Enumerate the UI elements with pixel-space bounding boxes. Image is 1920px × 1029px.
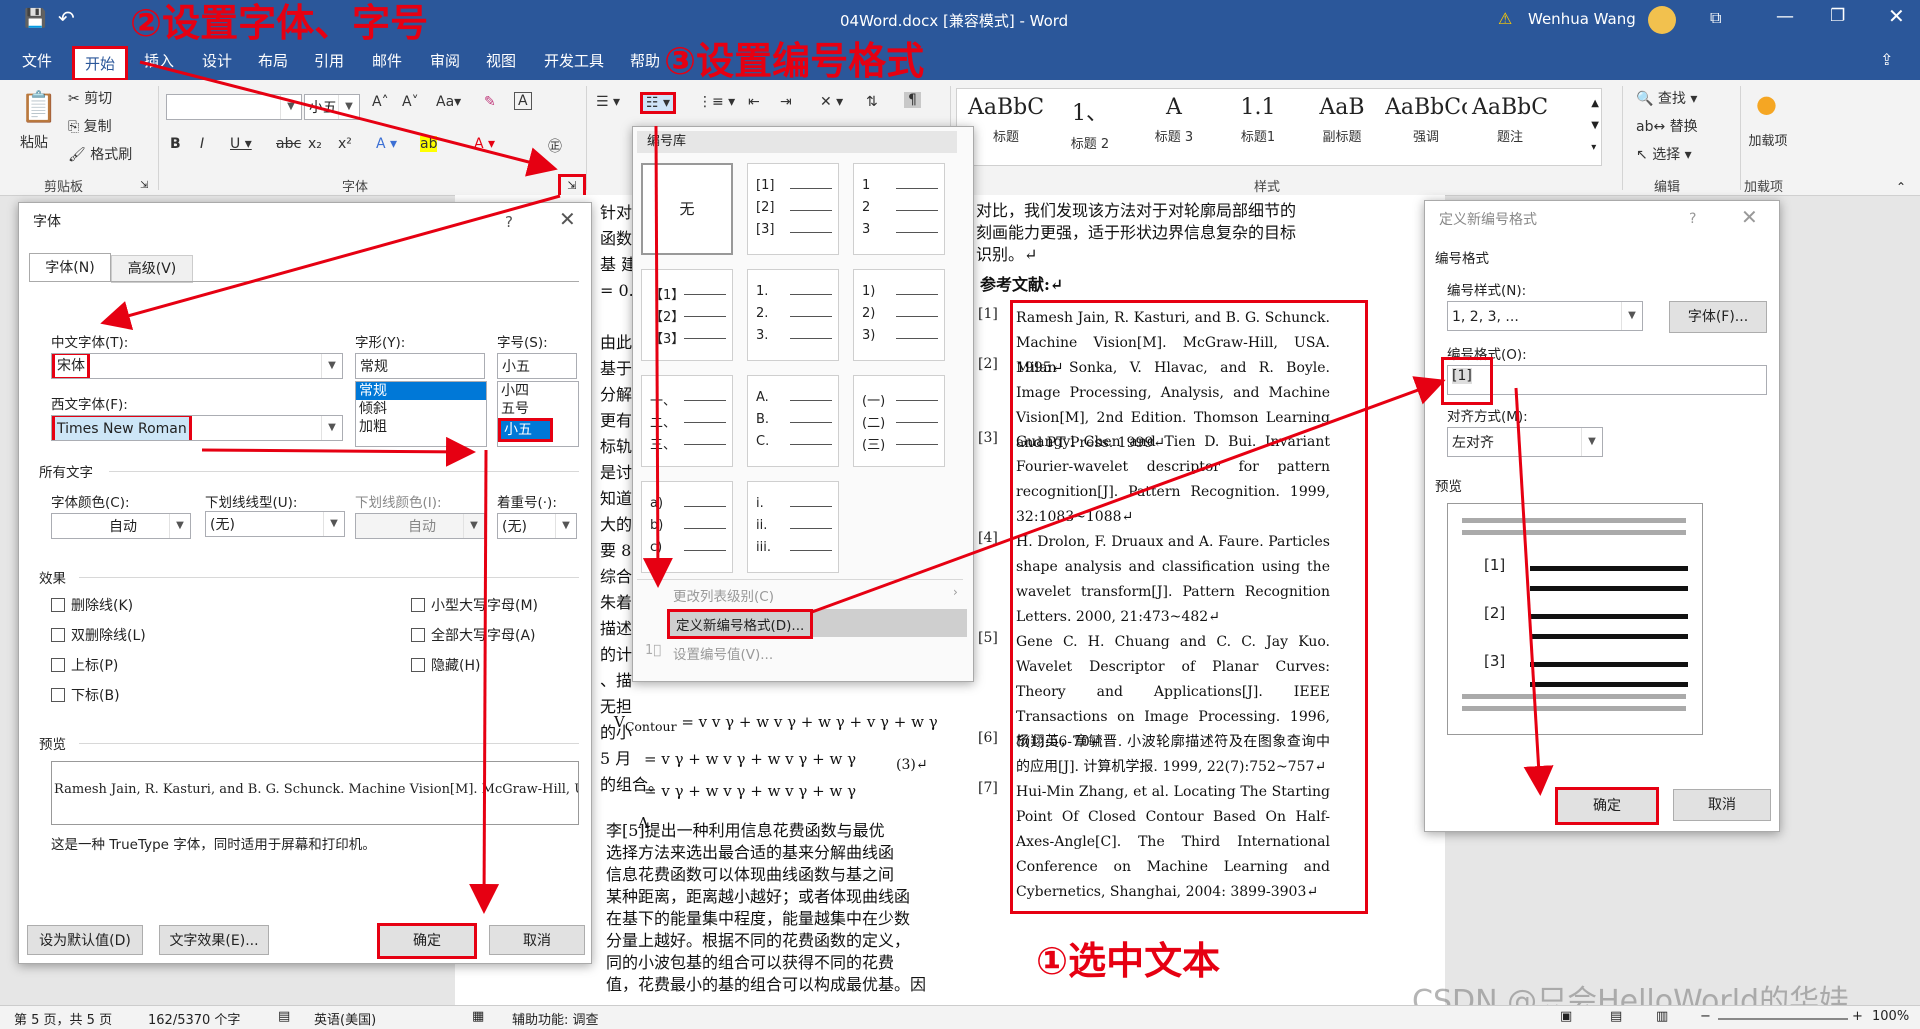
macro-icon[interactable]: ▦ (472, 1009, 484, 1024)
language-indicator[interactable]: 英语(美国) (314, 1009, 376, 1028)
zoom-out-icon[interactable]: − (1700, 1009, 1711, 1024)
annotation-step-3: ③设置编号格式 (664, 39, 925, 83)
arrow (469, 449, 500, 914)
status-bar: 第 5 页，共 5 页 162/5370 个字 ▤ 英语(美国) ▦ 辅助功能:… (0, 1005, 1920, 1029)
arrow (100, 194, 561, 331)
zoom-slider[interactable] (1718, 1018, 1848, 1020)
accessibility-status[interactable]: 辅助功能: 调查 (512, 1009, 599, 1028)
annotation-step-2: ②设置字体、字号 (130, 1, 429, 45)
annotation-arrows (100, 60, 1554, 914)
print-layout-icon[interactable]: ▤ (1610, 1009, 1622, 1024)
arrow (642, 125, 673, 588)
zoom-in-icon[interactable]: + (1852, 1009, 1863, 1024)
word-count[interactable]: 162/5370 个字 (148, 1009, 240, 1028)
arrow (1514, 387, 1554, 796)
page-count[interactable]: 第 5 页，共 5 页 (14, 1009, 112, 1028)
arrow (139, 60, 558, 177)
arrow (201, 436, 476, 467)
annotation-step-1: ①选中文本 (1036, 939, 1221, 983)
proofing-icon[interactable]: ▤ (278, 1009, 290, 1024)
arrow (811, 376, 1446, 614)
web-layout-icon[interactable]: ▥ (1656, 1009, 1668, 1024)
read-mode-icon[interactable]: ▣ (1560, 1009, 1572, 1024)
zoom-level[interactable]: 100% (1872, 1009, 1909, 1024)
